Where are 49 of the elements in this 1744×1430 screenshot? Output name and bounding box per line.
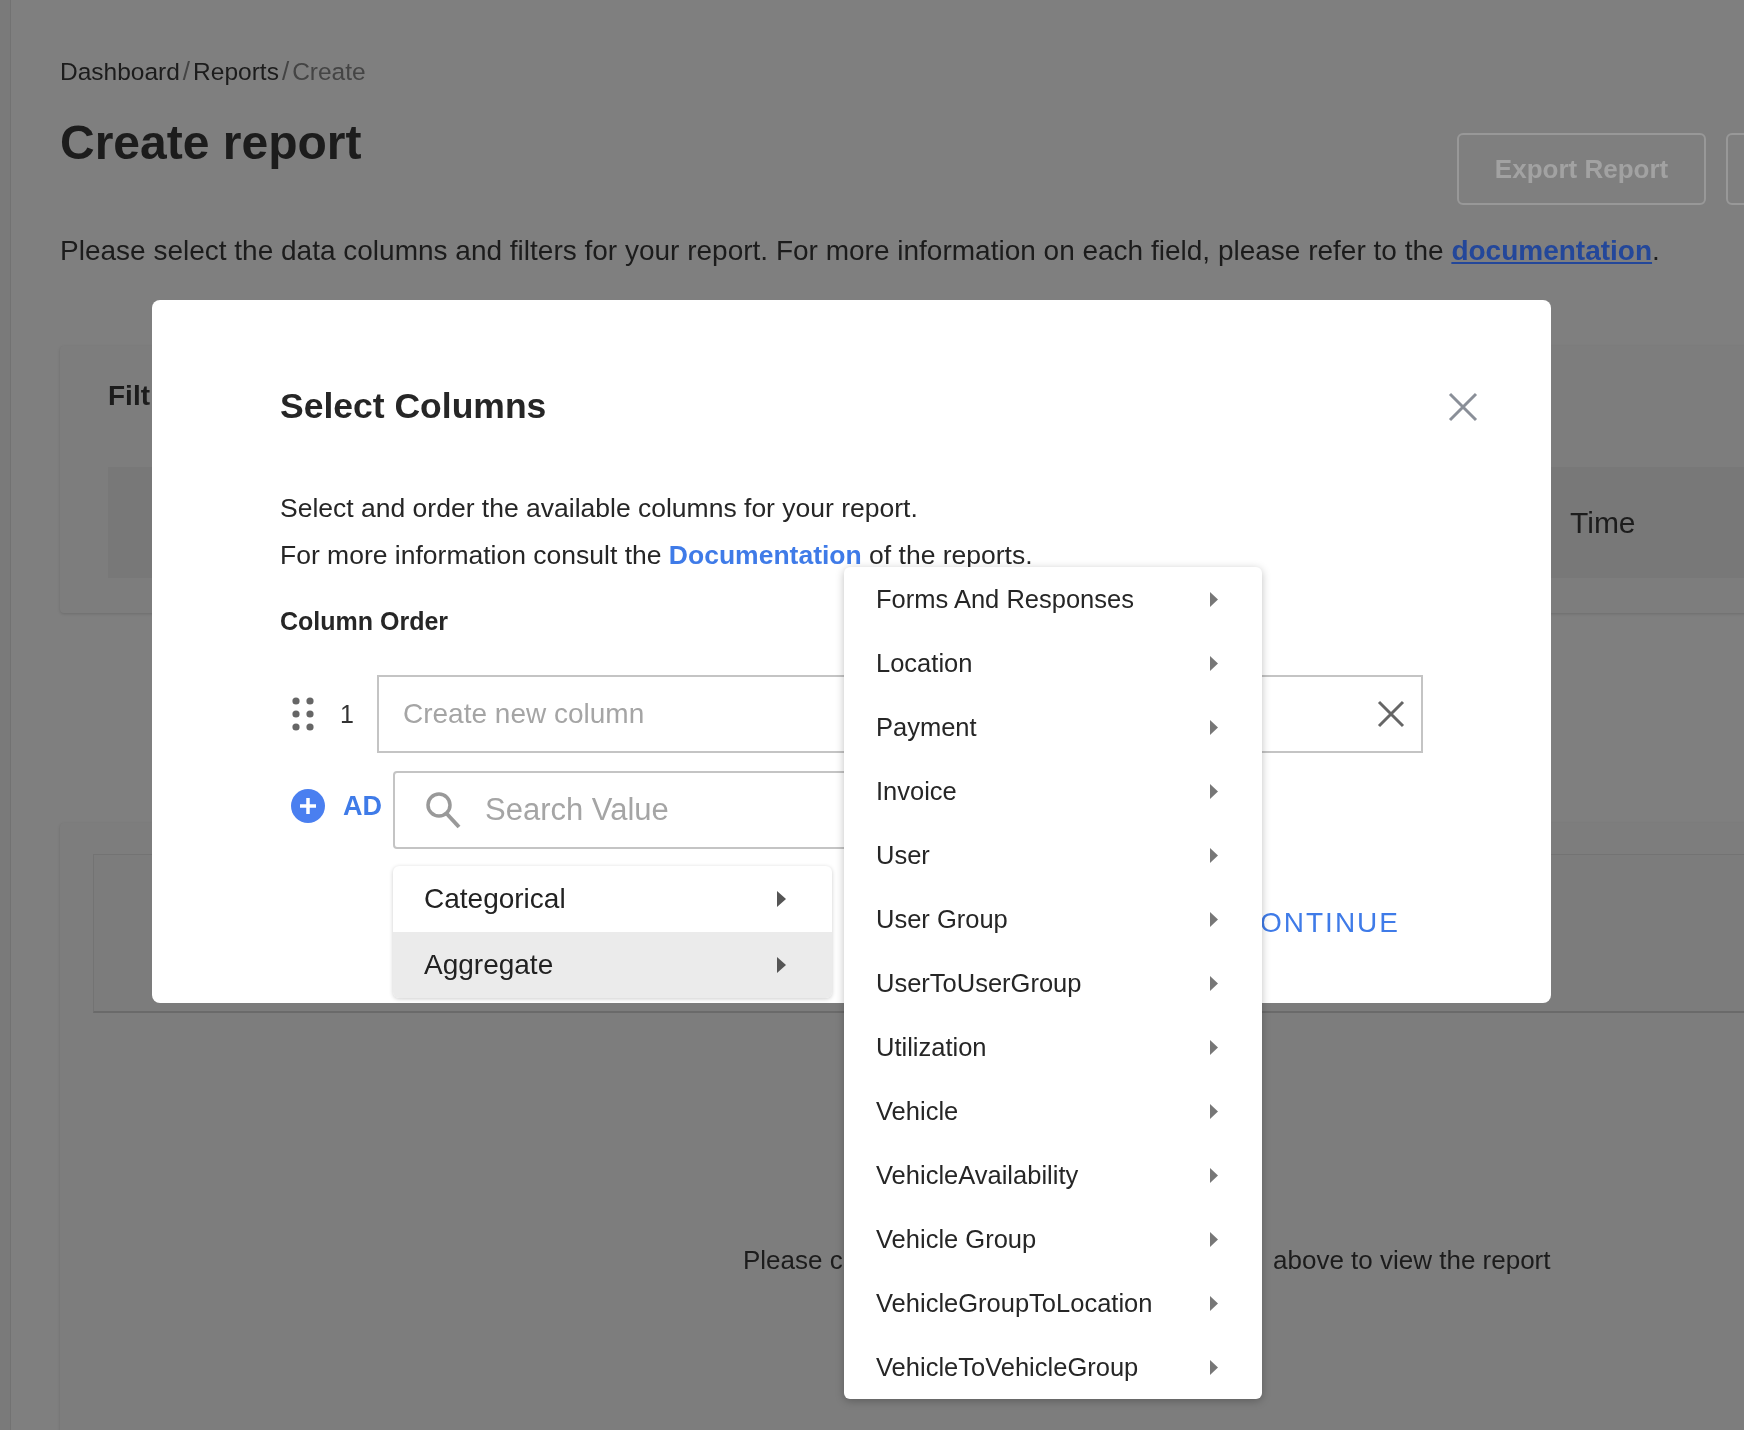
menu-item[interactable]: User Group [844,887,1262,951]
caret-icon [1210,911,1218,927]
caret-icon [1210,1039,1218,1055]
caret-icon [1210,975,1218,991]
caret-icon [1210,1359,1218,1375]
menu-item[interactable]: VehicleAvailability [844,1143,1262,1207]
page-title: Create report [60,115,362,170]
caret-icon [1210,1231,1218,1247]
add-column-button[interactable]: AD [343,790,382,822]
documentation-link[interactable]: Documentation [668,540,862,570]
caret-icon [1210,591,1218,607]
caret-icon [1210,1295,1218,1311]
menu-item[interactable]: Aggregate [393,932,832,998]
caret-icon [777,957,786,973]
caret-icon [1210,847,1218,863]
search-icon [425,791,461,829]
menu-item[interactable]: Vehicle [844,1079,1262,1143]
menu-item[interactable]: VehicleGroupToLocation [844,1271,1262,1335]
drag-handle-icon[interactable] [292,697,314,731]
menu-item[interactable]: Payment [844,695,1262,759]
intro-text: Select and order the available columns for your report. [280,493,919,524]
column-number: 1 [340,699,355,729]
menu-item[interactable]: Utilization [844,1015,1262,1079]
modal-title: Select Columns [280,386,547,427]
breadcrumb-link[interactable]: Dashboard [60,58,180,86]
menu-item[interactable]: VehicleToVehicleGroup [844,1335,1262,1399]
card-title: Filt [108,380,150,412]
breadcrumb-link[interactable]: Reports [193,58,279,86]
caret-icon [1210,1167,1218,1183]
empty-message: above to view the report [1273,1245,1551,1276]
plus-circle-icon[interactable] [291,789,325,823]
menu-item[interactable]: UserToUserGroup [844,951,1262,1015]
caret-icon [1210,655,1218,671]
close-icon[interactable] [1448,391,1478,422]
continue-button[interactable]: ONTINUE [1260,907,1400,939]
empty-message: Please c [743,1245,843,1276]
menu-item[interactable]: Categorical [393,866,832,932]
menu-item[interactable]: Location [844,631,1262,695]
caret-icon [1210,719,1218,735]
caret-icon [1210,783,1218,799]
section-title: Column Order [280,607,450,636]
breadcrumb-separator: / [281,56,290,87]
breadcrumb-separator: / [182,56,191,87]
caret-icon [777,891,786,907]
description-text: Please select the data columns and filters for your report. For more information on each field, please refer to the documentation. [60,235,1661,267]
clear-icon[interactable] [1377,700,1405,728]
caret-icon [1210,1103,1218,1119]
menu-item[interactable]: Vehicle Group [844,1207,1262,1271]
filter-label: Time [1570,505,1636,540]
